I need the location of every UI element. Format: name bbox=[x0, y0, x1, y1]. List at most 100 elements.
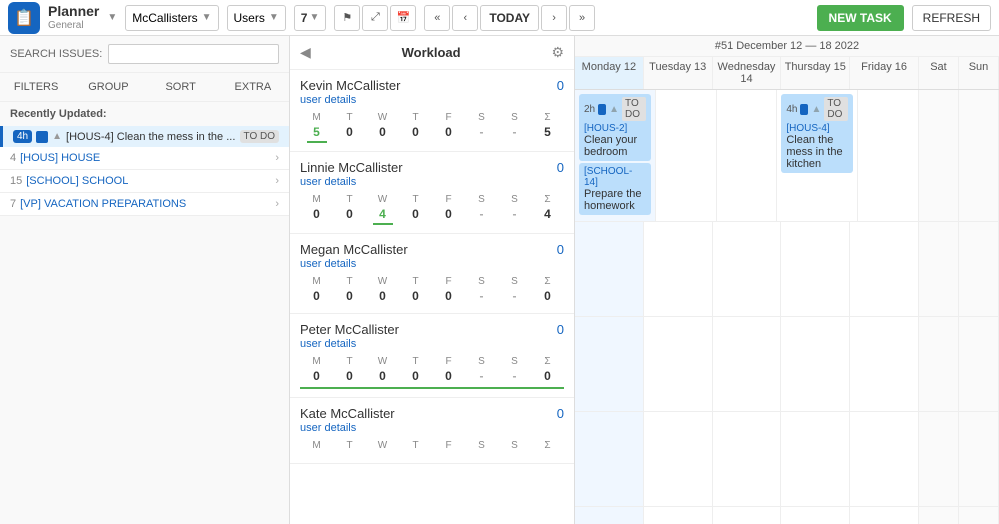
calendar-cell bbox=[919, 507, 959, 524]
calendar-cell bbox=[644, 317, 713, 411]
sidebar-project-item[interactable]: 4 [HOUS] HOUSE › bbox=[0, 147, 289, 170]
project-label: [SCHOOL] SCHOOL bbox=[26, 175, 275, 187]
task-card[interactable]: 2h ▲ TO DO [HOUS-2] Clean your bedroom bbox=[579, 94, 651, 161]
view-dropdown[interactable]: Users ▼ bbox=[227, 5, 286, 31]
calendar-day-header: Sun bbox=[959, 57, 999, 89]
calendar-cell bbox=[850, 222, 919, 316]
calendar-day-header: Friday 16 bbox=[850, 57, 919, 89]
project-num: 4 bbox=[10, 152, 16, 164]
flag-button[interactable]: ⚑ bbox=[334, 5, 360, 31]
calendar-cell bbox=[644, 222, 713, 316]
calendar-cell bbox=[959, 222, 999, 316]
day-col: S - bbox=[498, 356, 531, 385]
prev-prev-button[interactable]: « bbox=[424, 5, 450, 31]
app-icon: 📋 bbox=[8, 2, 40, 34]
user-details-link[interactable]: user details bbox=[300, 422, 564, 434]
top-header: 📋 Planner General ▼ McCallisters ▼ Users… bbox=[0, 0, 999, 36]
calendar-day-header: Sat bbox=[919, 57, 959, 89]
user-details-link[interactable]: user details bbox=[300, 258, 564, 270]
user-block: Megan McCallister 0 user details M 0 T 0… bbox=[290, 234, 574, 314]
recent-up-arrow-icon: ▲ bbox=[52, 131, 62, 142]
task-card[interactable]: [SCHOOL-14] Prepare the homework bbox=[579, 163, 651, 215]
sort-button[interactable]: SORT bbox=[145, 77, 217, 97]
day-col: F 0 bbox=[432, 356, 465, 385]
calendar-row bbox=[575, 507, 999, 524]
left-sidebar: SEARCH ISSUES: FILTERS GROUP SORT EXTRA … bbox=[0, 36, 290, 524]
calendar-cell bbox=[575, 412, 644, 506]
task-todo-badge: TO DO bbox=[622, 97, 646, 121]
filter-row: FILTERS GROUP SORT EXTRA bbox=[0, 73, 289, 102]
calendar-cell bbox=[850, 507, 919, 524]
sidebar-project-item[interactable]: 7 [VP] VACATION PREPARATIONS › bbox=[0, 193, 289, 216]
nav-group: ⚑ ⤢ 📅 bbox=[334, 5, 416, 31]
project-arrow-icon: › bbox=[275, 152, 279, 164]
day-col: W 0 bbox=[366, 112, 399, 143]
calendar-cell bbox=[959, 317, 999, 411]
group-button[interactable]: GROUP bbox=[72, 77, 144, 97]
calendar-cell bbox=[644, 507, 713, 524]
week-num-button[interactable]: 7 ▼ bbox=[294, 5, 327, 31]
today-button[interactable]: TODAY bbox=[480, 5, 539, 31]
user-name: Megan McCallister bbox=[300, 242, 408, 257]
calendar-cell bbox=[959, 507, 999, 524]
next-next-button[interactable]: » bbox=[569, 5, 595, 31]
filters-button[interactable]: FILTERS bbox=[0, 77, 72, 97]
user-details-link[interactable]: user details bbox=[300, 176, 564, 188]
expand-button[interactable]: ⤢ bbox=[362, 5, 388, 31]
calendar-cell bbox=[575, 507, 644, 524]
day-col: Σ 4 bbox=[531, 194, 564, 225]
calendar-cell bbox=[781, 507, 850, 524]
workload-collapse-button[interactable]: ◀ bbox=[300, 44, 311, 61]
user-hours: 0 bbox=[557, 242, 564, 257]
sidebar-project-item[interactable]: 15 [SCHOOL] SCHOOL › bbox=[0, 170, 289, 193]
day-col: W bbox=[366, 440, 399, 455]
recent-checkbox-icon bbox=[36, 131, 48, 143]
task-id: [HOUS-2] bbox=[584, 123, 646, 134]
workload-title: Workload bbox=[402, 45, 461, 60]
calendar-cell bbox=[781, 222, 850, 316]
project-label: [HOUS] HOUSE bbox=[20, 152, 275, 164]
user-details-link[interactable]: user details bbox=[300, 338, 564, 350]
week-num-label: 7 bbox=[301, 11, 308, 25]
user-details-link[interactable]: user details bbox=[300, 94, 564, 106]
days-row: M 0 T 0 W 4 T 0 F 0 S - S - Σ 4 bbox=[300, 194, 564, 225]
calendar-row: 2h ▲ TO DO [HOUS-2] Clean your bedroom [… bbox=[575, 90, 999, 222]
day-col: S - bbox=[498, 112, 531, 143]
calendar-row bbox=[575, 412, 999, 507]
user-hours: 0 bbox=[557, 322, 564, 337]
app-dropdown-arrow[interactable]: ▼ bbox=[107, 12, 117, 23]
extra-button[interactable]: EXTRA bbox=[217, 77, 289, 97]
task-card[interactable]: 4h ▲ TO DO [HOUS-4] Clean the mess in th… bbox=[781, 94, 853, 173]
next-button[interactable]: › bbox=[541, 5, 567, 31]
day-col: T 0 bbox=[333, 194, 366, 225]
refresh-button[interactable]: REFRESH bbox=[912, 5, 991, 31]
task-up-arrow-icon: ▲ bbox=[609, 104, 619, 115]
calendar-cell: 2h ▲ TO DO [HOUS-2] Clean your bedroom [… bbox=[575, 90, 656, 221]
days-row: M 0 T 0 W 0 T 0 F 0 S - S - Σ 0 bbox=[300, 276, 564, 305]
days-row: M 0 T 0 W 0 T 0 F 0 S - S - Σ 0 bbox=[300, 356, 564, 389]
workload-header: ◀ Workload ⚙ bbox=[290, 36, 574, 70]
calendar-day-header: Tuesday 13 bbox=[644, 57, 713, 89]
project-arrow-icon: › bbox=[275, 175, 279, 187]
project-dropdown[interactable]: McCallisters ▼ bbox=[125, 5, 218, 31]
calendar-day-header: Thursday 15 bbox=[781, 57, 850, 89]
project-dropdown-arrow: ▼ bbox=[202, 12, 212, 23]
calendar-cell bbox=[713, 412, 782, 506]
recent-hours-badge: 4h bbox=[13, 130, 32, 143]
calendar-cell bbox=[656, 90, 717, 221]
search-label: SEARCH ISSUES: bbox=[10, 48, 102, 60]
calendar-day-header: Monday 12 bbox=[575, 57, 644, 89]
calendar-week-label: #51 December 12 — 18 2022 bbox=[575, 36, 999, 57]
prev-button[interactable]: ‹ bbox=[452, 5, 478, 31]
day-col: T bbox=[399, 440, 432, 455]
user-name: Kevin McCallister bbox=[300, 78, 400, 93]
search-input[interactable] bbox=[108, 44, 279, 64]
calendar-cell bbox=[781, 317, 850, 411]
app-title-block: Planner General bbox=[48, 4, 99, 30]
recently-updated-label: Recently Updated: bbox=[0, 102, 289, 126]
gear-icon[interactable]: ⚙ bbox=[551, 44, 564, 61]
calendar-cell bbox=[858, 90, 919, 221]
recent-issue[interactable]: 4h ▲ [HOUS-4] Clean the mess in the ... … bbox=[0, 126, 289, 147]
calendar-view-button[interactable]: 📅 bbox=[390, 5, 416, 31]
new-task-button[interactable]: NEW TASK bbox=[817, 5, 904, 31]
